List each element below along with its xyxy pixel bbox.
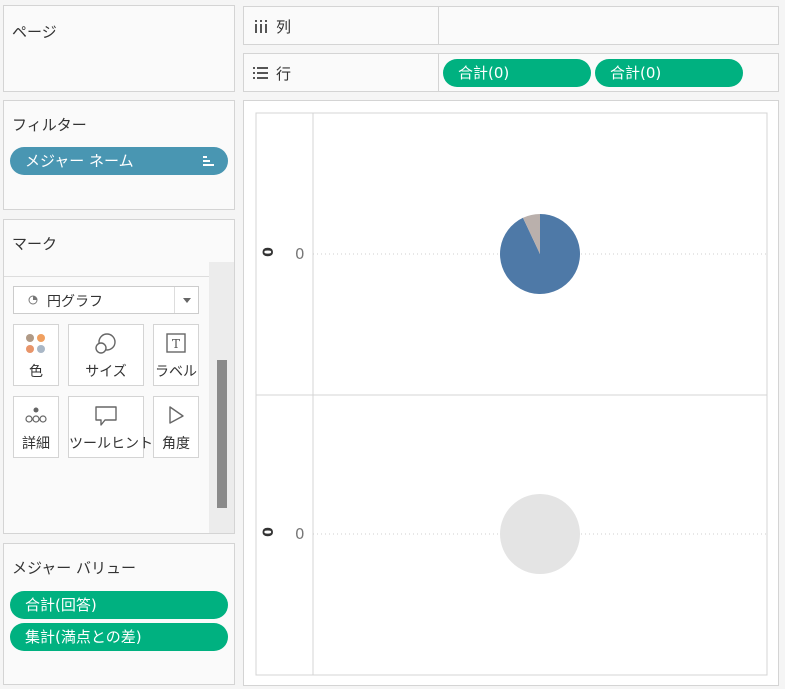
pages-shelf[interactable]: ページ xyxy=(3,5,235,92)
marks-scrollbar[interactable] xyxy=(209,262,234,533)
size-icon xyxy=(95,333,116,354)
color-icon xyxy=(26,334,45,353)
marks-angle-card[interactable]: 角度 xyxy=(153,396,199,458)
pie-2-slice-1[interactable] xyxy=(500,494,580,574)
pane-frame xyxy=(255,112,768,676)
filters-shelf[interactable]: フィルター メジャー ネーム xyxy=(3,100,235,210)
row-header-2: 0 xyxy=(261,527,277,537)
marks-size-card[interactable]: サイズ xyxy=(68,324,144,386)
axis-value-1: 0 xyxy=(295,245,305,263)
marks-angle-label: 角度 xyxy=(162,436,190,452)
measure-pill-diff[interactable]: 集計(満点との差) xyxy=(10,623,228,651)
axis-value-2: 0 xyxy=(295,525,305,543)
marks-color-card[interactable]: 色 xyxy=(13,324,59,386)
rows-shelf[interactable]: 行 合計(0) 合計(0) xyxy=(243,53,779,92)
filter-pill-label: メジャー ネーム xyxy=(25,152,134,170)
svg-text:T: T xyxy=(172,337,180,351)
rows-label: 行 xyxy=(276,65,292,83)
chevron-down-icon xyxy=(183,298,191,303)
filter-sort-icon xyxy=(203,156,214,166)
marks-label-card[interactable]: T ラベル xyxy=(153,324,199,386)
rows-pill-sum-1[interactable]: 合計(0) xyxy=(443,59,591,87)
marks-label-label: ラベル xyxy=(155,364,197,380)
label-icon: T xyxy=(166,333,186,353)
detail-icon xyxy=(25,407,47,423)
rows-pill-sum-2[interactable]: 合計(0) xyxy=(595,59,743,87)
chart-svg xyxy=(255,112,768,676)
tooltip-icon xyxy=(95,406,117,426)
view-area: 0 0 0 0 xyxy=(243,100,779,686)
mark-type-label: 円グラフ xyxy=(47,294,103,310)
angle-icon xyxy=(169,406,184,424)
marks-card: マーク 円グラフ 色 サイズ T ラベル 詳細 ツールヒント 角度 xyxy=(3,219,235,534)
measure-pill-answer-sum[interactable]: 合計(回答) xyxy=(10,591,228,619)
marks-size-label: サイズ xyxy=(85,364,127,380)
row-header-1: 0 xyxy=(261,247,277,257)
marks-title: マーク xyxy=(12,235,58,253)
columns-icon xyxy=(255,20,267,33)
marks-scrollbar-thumb[interactable] xyxy=(217,360,227,508)
marks-tooltip-card[interactable]: ツールヒント xyxy=(68,396,153,458)
mark-type-dropdown[interactable]: 円グラフ xyxy=(13,286,199,314)
filter-pill-measure-names[interactable]: メジャー ネーム xyxy=(10,147,228,175)
columns-shelf[interactable]: 列 xyxy=(243,6,779,45)
marks-divider xyxy=(4,276,209,277)
pie-icon xyxy=(28,295,38,305)
measure-values-title: メジャー バリュー xyxy=(12,559,137,577)
marks-color-label: 色 xyxy=(29,364,43,380)
marks-tooltip-label: ツールヒント xyxy=(69,436,153,452)
columns-label: 列 xyxy=(276,18,292,36)
pages-title: ページ xyxy=(12,23,57,41)
rows-icon xyxy=(253,67,268,79)
marks-detail-card[interactable]: 詳細 xyxy=(13,396,59,458)
marks-detail-label: 詳細 xyxy=(22,436,50,452)
measure-values-shelf[interactable]: メジャー バリュー 合計(回答) 集計(満点との差) xyxy=(3,543,235,685)
filters-title: フィルター xyxy=(12,116,87,134)
